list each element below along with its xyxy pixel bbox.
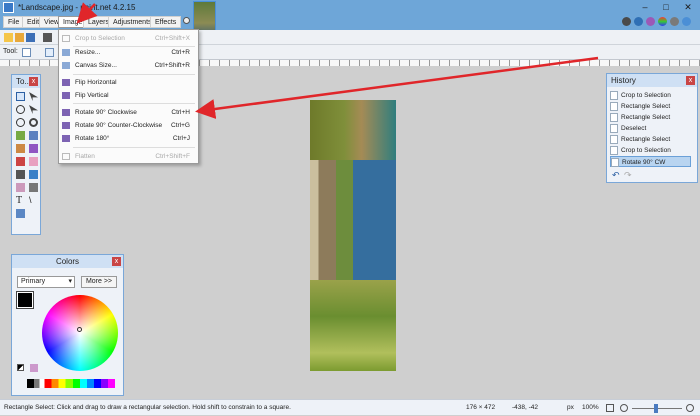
zoom-slider-thumb[interactable] — [654, 404, 658, 413]
cursor-position-readout: -438, -42 — [512, 404, 539, 411]
units-selector[interactable]: px — [567, 400, 574, 416]
annotation-arrows — [76, 2, 599, 119]
zoom-out-icon[interactable] — [620, 404, 628, 412]
zoom-in-icon[interactable] — [686, 404, 694, 412]
zoom-level[interactable]: 100% — [582, 400, 599, 416]
status-bar: Rectangle Select: Click and drag to draw… — [0, 399, 700, 415]
status-hint: Rectangle Select: Click and drag to draw… — [4, 404, 291, 411]
fit-window-icon[interactable] — [606, 404, 614, 412]
arrow-to-image-menu — [76, 2, 98, 24]
arrow-to-rotate-clockwise — [195, 56, 599, 119]
image-size-readout: 176 × 472 — [466, 404, 496, 411]
